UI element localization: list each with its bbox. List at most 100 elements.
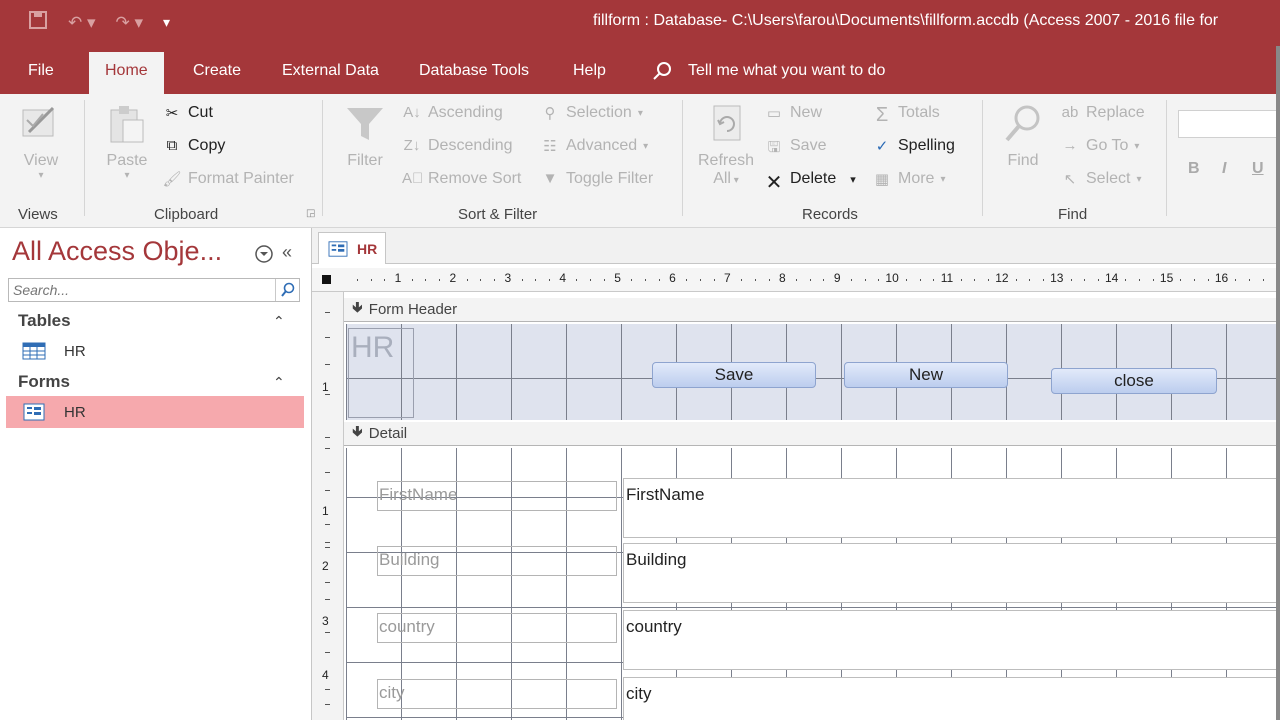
tab-home[interactable]: Home xyxy=(89,52,164,94)
nav-item-form-hr[interactable]: HR xyxy=(6,396,304,428)
save-record-button[interactable]: 🖫 Save xyxy=(764,137,827,156)
undo-icon[interactable]: ↶ ▾ xyxy=(68,13,96,33)
country-label[interactable]: country xyxy=(377,613,617,643)
ascending-button[interactable]: A↓ Ascending xyxy=(402,104,502,122)
collapse-category-icon[interactable]: ⌃ xyxy=(273,313,285,330)
city-textbox[interactable]: city xyxy=(623,677,1280,720)
building-textbox[interactable]: Building xyxy=(623,543,1280,603)
remove-sort-button[interactable]: A⃠ Remove Sort xyxy=(402,170,521,188)
cut-button[interactable]: ✂ Cut xyxy=(162,104,213,122)
goto-button[interactable]: → Go To ▾ xyxy=(1060,137,1140,155)
sort-descending-icon: Z↓ xyxy=(403,137,421,154)
customize-qat-icon[interactable]: ▾ xyxy=(163,14,170,31)
redo-icon[interactable]: ↷ ▾ xyxy=(116,13,144,33)
clipboard-launcher-icon[interactable]: ◲ xyxy=(306,208,315,219)
tab-create[interactable]: Create xyxy=(193,62,241,80)
sort-filter-group-label: Sort & Filter xyxy=(458,206,538,223)
more-button[interactable]: ▦ More ▾ xyxy=(872,170,946,188)
spelling-button[interactable]: ✓ Spelling xyxy=(872,137,955,155)
tab-database-tools[interactable]: Database Tools xyxy=(419,62,529,80)
ruler-number: 12 xyxy=(995,271,1009,285)
advanced-button[interactable]: ☷ Advanced ▾ xyxy=(540,137,648,155)
ruler-tick xyxy=(325,632,330,633)
filter-label: Filter xyxy=(347,152,383,169)
tab-help[interactable]: Help xyxy=(573,62,606,80)
ruler-tick xyxy=(1248,279,1250,281)
nav-menu-dropdown-icon[interactable] xyxy=(254,244,274,269)
save-icon[interactable] xyxy=(28,10,48,35)
descending-button[interactable]: Z↓ Descending xyxy=(402,137,513,155)
ruler-tick xyxy=(699,279,701,281)
form-header-section-bar[interactable]: 🢃 Form Header xyxy=(344,298,1280,322)
header-title-label[interactable]: HR xyxy=(348,328,414,418)
ruler-number: 7 xyxy=(724,271,731,285)
select-button[interactable]: ↖ Select ▾ xyxy=(1060,170,1142,188)
ruler-tick xyxy=(809,279,811,281)
bold-button[interactable]: B xyxy=(1188,160,1200,178)
chevron-down-icon: ▾ xyxy=(1134,140,1140,152)
filter-button[interactable]: Filter xyxy=(342,102,388,170)
totals-button[interactable]: Σ Totals xyxy=(872,104,940,126)
form-selector[interactable] xyxy=(322,275,331,284)
ruler-number: 2 xyxy=(322,559,329,573)
detail-section-bar[interactable]: 🢃 Detail xyxy=(344,422,1280,446)
find-group-label: Find xyxy=(1058,206,1088,223)
nav-search-box[interactable] xyxy=(8,278,300,302)
search-icon[interactable] xyxy=(275,279,299,301)
ruler-tick xyxy=(1194,279,1196,281)
tab-external-data[interactable]: External Data xyxy=(282,62,379,80)
refresh-all-button[interactable]: Refresh All ▾ xyxy=(696,102,756,188)
document-tab-hr[interactable]: HR xyxy=(318,232,386,264)
ruler-tick xyxy=(576,279,578,281)
toggle-filter-button[interactable]: ▼ Toggle Filter xyxy=(540,170,654,188)
save-form-button[interactable]: Save xyxy=(652,362,816,388)
ruler-tick xyxy=(325,337,330,338)
ruler-tick xyxy=(741,279,743,281)
horizontal-ruler: 1 2 3 4 5 6 7 8 9 10 11 12 13 14 15 16 xyxy=(312,268,1280,292)
paste-button[interactable]: Paste ▾ xyxy=(104,102,150,181)
spelling-check-icon: ✓ xyxy=(875,138,889,155)
country-textbox[interactable]: country xyxy=(623,610,1280,670)
firstname-label[interactable]: FirstName xyxy=(377,481,617,511)
firstname-textbox[interactable]: FirstName xyxy=(623,478,1280,538)
vertical-ruler: 1 1 2 3 4 xyxy=(312,292,344,720)
ruler-tick xyxy=(905,279,907,281)
refresh-icon xyxy=(704,102,748,146)
close-form-button[interactable]: close xyxy=(1051,368,1217,394)
selection-button[interactable]: ⚲ Selection ▾ xyxy=(540,104,643,122)
view-button[interactable]: View ▾ xyxy=(18,102,64,181)
underline-button[interactable]: U xyxy=(1252,160,1264,178)
nav-search-input[interactable] xyxy=(9,279,273,301)
tell-me-box[interactable]: Tell me what you want to do xyxy=(652,61,885,81)
italic-button[interactable]: I xyxy=(1222,160,1226,178)
tab-file[interactable]: File xyxy=(28,62,54,80)
delete-record-button[interactable]: ✕ Delete ▾ xyxy=(764,170,856,194)
new-form-button[interactable]: New xyxy=(844,362,1008,388)
building-label[interactable]: Building xyxy=(377,546,617,576)
collapse-category-icon[interactable]: ⌃ xyxy=(273,374,285,391)
find-button[interactable]: Find xyxy=(1000,102,1046,170)
chevron-down-icon: ▾ xyxy=(730,175,739,186)
nav-pane-title[interactable]: All Access Obje... xyxy=(12,236,222,267)
ribbon-separator xyxy=(322,100,323,216)
city-label[interactable]: city xyxy=(377,679,617,709)
ruler-tick xyxy=(988,279,990,281)
nav-category-forms[interactable]: Forms xyxy=(18,372,70,392)
ruler-tick xyxy=(325,689,330,690)
format-painter-button[interactable]: 🖌 Format Painter xyxy=(162,170,293,188)
nav-category-tables[interactable]: Tables xyxy=(18,311,71,331)
section-arrow-icon: 🢃 xyxy=(352,423,363,440)
copy-button[interactable]: ⧉ Copy xyxy=(162,137,226,155)
font-name-box[interactable] xyxy=(1178,110,1278,138)
ruler-number: 14 xyxy=(1105,271,1119,285)
chevron-down-icon: ▾ xyxy=(850,173,856,186)
chevron-down-icon: ▾ xyxy=(1136,173,1142,185)
replace-button[interactable]: ab Replace xyxy=(1060,104,1145,122)
ruler-tick xyxy=(796,279,798,281)
collapse-pane-icon[interactable]: « xyxy=(282,242,292,263)
ruler-tick xyxy=(439,279,441,281)
ruler-tick xyxy=(521,279,523,281)
ruler-tick xyxy=(411,279,413,281)
new-record-button[interactable]: ▭ New xyxy=(764,104,822,122)
nav-item-table-hr[interactable]: HR xyxy=(6,335,304,367)
